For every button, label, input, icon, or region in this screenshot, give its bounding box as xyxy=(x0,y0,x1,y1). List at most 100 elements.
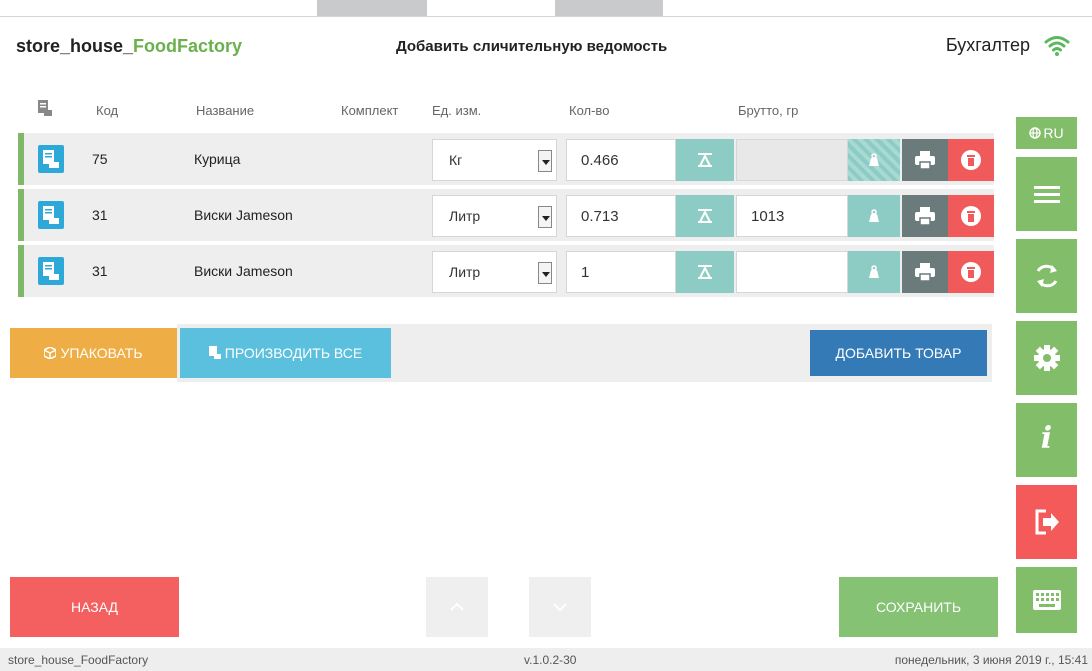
top-tab-right xyxy=(555,0,663,16)
column-header-kit: Комплект xyxy=(341,103,399,118)
weight-icon xyxy=(869,265,879,278)
weigh-button[interactable] xyxy=(848,139,900,181)
product-icon[interactable] xyxy=(38,145,64,173)
delete-button[interactable] xyxy=(948,139,994,181)
top-tab-strip xyxy=(0,0,1092,16)
language-button[interactable]: RU xyxy=(1016,117,1077,149)
row-code: 75 xyxy=(92,151,108,167)
chevron-down-icon[interactable] xyxy=(538,150,552,172)
column-header-qty: Кол-во xyxy=(569,103,610,118)
product-column-icon xyxy=(38,100,52,116)
row-name: Виски Jameson xyxy=(194,207,293,223)
scale-icon xyxy=(698,265,712,279)
keyboard-icon xyxy=(1032,590,1061,610)
info-icon: i xyxy=(1040,421,1053,456)
keyboard-button[interactable] xyxy=(1016,567,1077,633)
produce-all-label: ПРОИЗВОДИТЬ ВСЕ xyxy=(224,345,363,361)
scale-icon xyxy=(698,153,712,167)
language-label: RU xyxy=(1043,125,1064,141)
table-row[interactable]: 31 Виски Jameson Литр 0.713 1013 xyxy=(18,189,994,241)
trash-icon xyxy=(961,262,981,282)
gross-input[interactable]: 1013 xyxy=(736,195,848,237)
scroll-down-button[interactable] xyxy=(529,577,591,637)
sync-button[interactable] xyxy=(1016,239,1077,313)
column-header-code: Код xyxy=(96,103,119,118)
logout-button[interactable] xyxy=(1016,485,1077,559)
cube-icon xyxy=(43,346,58,360)
current-user: Бухгалтер xyxy=(945,35,1030,55)
weight-icon xyxy=(869,153,879,166)
logout-icon xyxy=(1035,509,1059,535)
row-name: Виски Jameson xyxy=(194,263,293,279)
product-icon xyxy=(208,346,221,359)
table-row[interactable]: 31 Виски Jameson Литр 1 xyxy=(18,245,994,297)
weigh-button[interactable] xyxy=(848,251,900,293)
print-button[interactable] xyxy=(902,251,948,293)
status-bar: store_house_FoodFactory v.1.0.2-30 понед… xyxy=(0,648,1092,671)
top-tab-left xyxy=(317,0,427,16)
gross-input[interactable] xyxy=(736,139,848,181)
status-app-name: store_house_FoodFactory xyxy=(8,653,149,667)
brand-prefix: store_house_ xyxy=(16,36,134,56)
status-datetime: понедельник, 3 июня 2019 г., 15:41 xyxy=(894,653,1088,667)
chevron-down-icon[interactable] xyxy=(538,206,552,228)
qty-value: 0.466 xyxy=(581,152,619,169)
add-item-button[interactable]: ДОБАВИТЬ ТОВАР xyxy=(810,330,987,376)
unit-select[interactable]: Литр xyxy=(432,195,557,237)
pack-button-label: УПАКОВАТЬ xyxy=(60,345,143,361)
wifi-icon xyxy=(1044,36,1070,56)
settings-button[interactable] xyxy=(1016,321,1077,395)
scale-button[interactable] xyxy=(676,195,734,237)
chevron-down-icon xyxy=(553,603,567,612)
column-header-unit: Ед. изм. xyxy=(432,103,482,118)
table-row[interactable]: 75 Курица Кг 0.466 xyxy=(18,133,994,185)
chevron-down-icon[interactable] xyxy=(538,262,552,284)
trash-icon xyxy=(961,206,981,226)
product-icon[interactable] xyxy=(38,201,64,229)
print-button[interactable] xyxy=(902,195,948,237)
app-header: store_house_FoodFactory Добавить сличите… xyxy=(0,16,1092,78)
row-code: 31 xyxy=(92,263,108,279)
qty-value: 0.713 xyxy=(581,208,619,225)
status-version: v.1.0.2-30 xyxy=(524,653,577,667)
pack-button[interactable]: УПАКОВАТЬ xyxy=(10,328,177,378)
trash-icon xyxy=(961,150,981,170)
gross-input[interactable] xyxy=(736,251,848,293)
qty-value: 1 xyxy=(581,264,590,281)
scale-button[interactable] xyxy=(676,139,734,181)
qty-input[interactable]: 1 xyxy=(566,251,676,293)
unit-value: Литр xyxy=(449,208,481,224)
produce-all-button[interactable]: ПРОИЗВОДИТЬ ВСЕ xyxy=(180,328,391,378)
print-icon xyxy=(915,207,935,225)
delete-button[interactable] xyxy=(948,195,994,237)
gross-value: 1013 xyxy=(751,208,785,225)
scale-button[interactable] xyxy=(676,251,734,293)
print-button[interactable] xyxy=(902,139,948,181)
delete-button[interactable] xyxy=(948,251,994,293)
scroll-up-button[interactable] xyxy=(426,577,488,637)
globe-icon xyxy=(1029,127,1042,139)
unit-select[interactable]: Литр xyxy=(432,251,557,293)
brand-logo: store_house_FoodFactory xyxy=(16,36,242,57)
gear-icon xyxy=(1033,345,1060,371)
unit-select[interactable]: Кг xyxy=(432,139,557,181)
sync-icon xyxy=(1036,264,1057,288)
product-icon[interactable] xyxy=(38,257,64,285)
page-title: Добавить сличительную ведомость xyxy=(396,38,668,55)
weigh-button[interactable] xyxy=(848,195,900,237)
save-button[interactable]: СОХРАНИТЬ xyxy=(839,577,998,637)
brand-suffix: FoodFactory xyxy=(133,36,243,56)
qty-input[interactable]: 0.466 xyxy=(566,139,676,181)
menu-button[interactable] xyxy=(1016,157,1077,231)
unit-value: Литр xyxy=(449,264,481,280)
print-icon xyxy=(915,151,935,169)
print-icon xyxy=(915,263,935,281)
info-button[interactable]: i xyxy=(1016,403,1077,477)
qty-input[interactable]: 0.713 xyxy=(566,195,676,237)
column-header-name: Название xyxy=(196,103,255,118)
menu-icon xyxy=(1033,186,1060,203)
row-code: 31 xyxy=(92,207,108,223)
back-button[interactable]: НАЗАД xyxy=(10,577,179,637)
weight-icon xyxy=(869,209,879,222)
scale-icon xyxy=(698,209,712,223)
